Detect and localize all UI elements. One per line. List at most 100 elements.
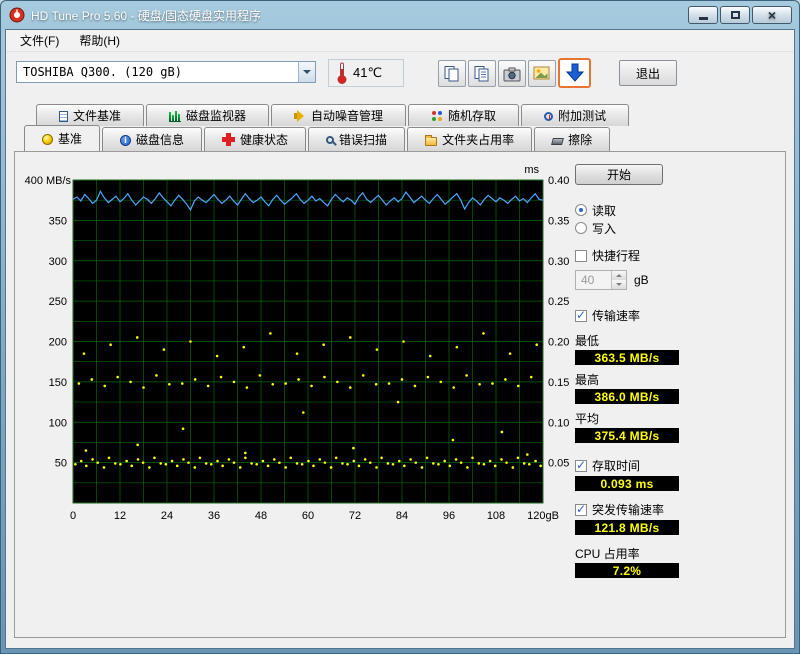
maximize-icon — [730, 11, 740, 19]
cpu-usage-label: CPU 占用率 — [575, 547, 640, 561]
transfer-rate-label: 传输速率 — [592, 309, 641, 323]
burst-rate-value: 121.8 MB/s — [575, 520, 679, 535]
svg-text:MB/s: MB/s — [46, 175, 72, 187]
tab-folder-usage[interactable]: 文件夹占用率 — [407, 127, 533, 151]
burst-rate-checkbox[interactable] — [575, 502, 587, 516]
svg-text:84: 84 — [396, 510, 408, 522]
access-time-row[interactable]: 存取时间 — [575, 457, 640, 474]
write-radio-label: 写入 — [592, 221, 617, 236]
tab-file-benchmark[interactable]: 文件基准 — [36, 104, 145, 126]
menu-file[interactable]: 文件(F) — [10, 29, 69, 52]
tab-label: 随机存取 — [448, 109, 497, 123]
svg-text:250: 250 — [49, 296, 67, 308]
svg-text:ms: ms — [524, 164, 539, 176]
thermometer-icon — [336, 61, 348, 85]
minimize-button[interactable] — [688, 6, 718, 24]
spinner-down-icon[interactable] — [612, 280, 626, 289]
aam-icon — [294, 109, 306, 122]
spinner-arrows[interactable] — [611, 271, 626, 289]
svg-text:72: 72 — [349, 510, 361, 522]
file-benchmark-icon — [59, 110, 68, 122]
exit-button[interactable]: 退出 — [619, 60, 677, 86]
shortstroke-row[interactable]: 快捷行程 — [575, 247, 640, 264]
start-button-label: 开始 — [606, 168, 631, 182]
shortstroke-size-input[interactable]: 40 — [575, 270, 627, 290]
svg-text:12: 12 — [114, 510, 126, 522]
cpu-usage-value: 7.2% — [575, 563, 679, 578]
access-time-checkbox[interactable] — [575, 458, 587, 472]
drive-select-dropdown[interactable]: TOSHIBA Q300. (120 gB) — [16, 61, 316, 83]
exit-button-label: 退出 — [635, 66, 660, 81]
svg-text:36: 36 — [208, 510, 220, 522]
app-icon[interactable] — [9, 7, 25, 23]
client-area: 文件(F) 帮助(H) TOSHIBA Q300. (120 gB) 41℃ 退… — [5, 29, 795, 649]
tab-extra-tests[interactable]: 附加测试 — [521, 104, 630, 126]
close-button[interactable]: × — [752, 6, 792, 24]
tab-label: 健康状态 — [240, 133, 289, 147]
download-arrow-icon — [564, 62, 586, 84]
menu-help[interactable]: 帮助(H) — [69, 29, 130, 52]
write-radio[interactable] — [575, 222, 587, 234]
chevron-down-icon[interactable] — [298, 62, 315, 82]
copy-button[interactable] — [438, 60, 466, 87]
tab-label: 磁盘信息 — [136, 133, 185, 147]
minimize-icon — [698, 17, 708, 20]
write-radio-row[interactable]: 写入 — [575, 221, 617, 236]
tab-label: 磁盘监视器 — [186, 109, 247, 123]
svg-text:0: 0 — [70, 510, 76, 522]
max-label: 最高 — [575, 373, 600, 387]
tab-benchmark[interactable]: 基准 — [24, 125, 101, 151]
maximize-button[interactable] — [720, 6, 750, 24]
transfer-rate-checkbox[interactable] — [575, 308, 587, 322]
extra-tests-icon — [544, 111, 554, 121]
tab-label: 基准 — [58, 132, 83, 146]
tab-health[interactable]: 健康状态 — [204, 127, 307, 151]
tab-label: 擦除 — [568, 133, 593, 147]
svg-text:108: 108 — [487, 510, 505, 522]
disk-info-icon — [120, 134, 132, 146]
start-button[interactable]: 开始 — [575, 164, 663, 185]
burst-rate-label: 突发传输速率 — [592, 503, 665, 517]
shortstroke-size-row: 40 gB — [575, 270, 649, 290]
folder-usage-icon — [425, 134, 438, 146]
update-button[interactable] — [558, 58, 591, 88]
transfer-rate-row[interactable]: 传输速率 — [575, 307, 640, 324]
copy-text-button[interactable] — [468, 60, 496, 87]
health-icon — [222, 133, 236, 146]
svg-text:50: 50 — [55, 458, 67, 470]
tab-error-scan[interactable]: 错误扫描 — [308, 127, 406, 151]
erase-icon — [551, 137, 565, 145]
svg-text:120gB: 120gB — [527, 510, 559, 522]
copy-icon — [443, 65, 461, 82]
menu-bar: 文件(F) 帮助(H) — [6, 30, 794, 52]
copy-text-icon — [473, 65, 491, 82]
window-title: HD Tune Pro 5.60 - 硬盘/固态硬盘实用程序 — [31, 8, 262, 23]
svg-text:350: 350 — [49, 215, 67, 227]
shortstroke-checkbox[interactable] — [575, 249, 587, 262]
error-scan-icon — [326, 136, 335, 144]
benchmark-controls: 开始 读取 写入 快捷行程 40 gB ✓ 传输速率 最低 363.5 MB/s… — [567, 160, 707, 578]
toolbar: TOSHIBA Q300. (120 gB) 41℃ 退出 — [6, 52, 794, 100]
save-image-button[interactable] — [528, 60, 556, 87]
svg-text:24: 24 — [161, 510, 173, 522]
burst-rate-row[interactable]: 突发传输速率 — [575, 501, 664, 518]
access-time-value: 0.093 ms — [575, 476, 679, 491]
spinner-up-icon[interactable] — [612, 271, 626, 280]
read-radio-row[interactable]: 读取 — [575, 203, 616, 218]
shortstroke-unit-label: gB — [634, 273, 649, 287]
tab-disk-monitor[interactable]: 磁盘监视器 — [146, 104, 270, 126]
close-icon: × — [767, 7, 777, 23]
tab-disk-info[interactable]: 磁盘信息 — [102, 127, 203, 151]
save-image-icon — [533, 66, 551, 81]
benchmark-lamp-icon — [42, 133, 53, 145]
tab-label: 错误扫描 — [339, 133, 388, 147]
tab-label: 文件基准 — [73, 109, 122, 123]
screenshot-button[interactable] — [498, 60, 526, 87]
svg-text:60: 60 — [302, 510, 314, 522]
avg-value: 375.4 MB/s — [575, 428, 679, 443]
read-radio[interactable] — [575, 204, 587, 216]
tab-random-access[interactable]: 随机存取 — [408, 104, 520, 126]
svg-text:48: 48 — [255, 510, 267, 522]
tab-erase[interactable]: 擦除 — [534, 127, 611, 151]
tab-aam[interactable]: 自动噪音管理 — [271, 104, 407, 126]
